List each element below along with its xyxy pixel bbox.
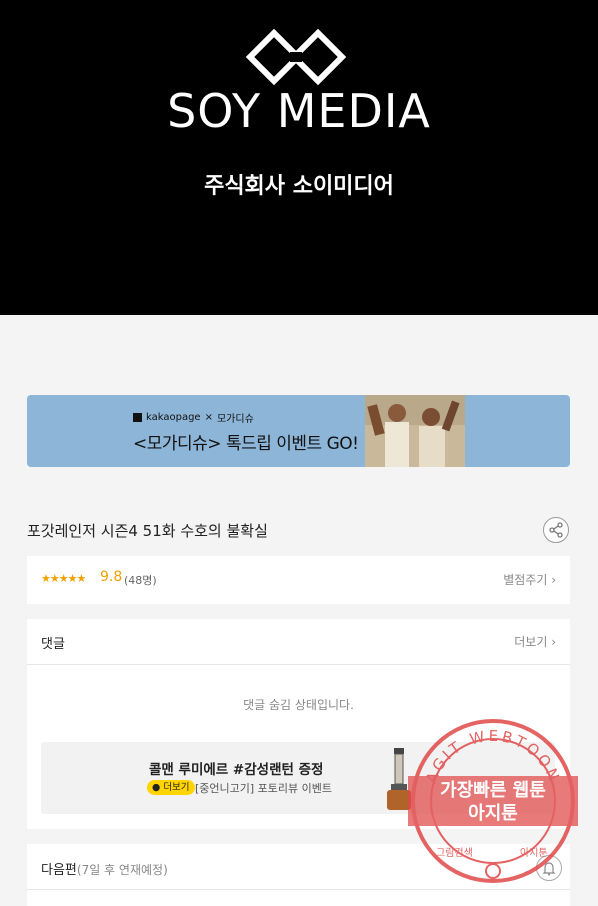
comments-hidden-message: 댓글 숨김 상태입니다.: [243, 698, 354, 712]
kakaopage-icon: [133, 413, 142, 422]
rating-score: 9.8: [100, 569, 123, 585]
brand-kakaopage: kakaopage: [146, 412, 201, 423]
divider: [27, 664, 570, 665]
stamp-bottom-right: 아지툰: [520, 847, 548, 859]
next-note: (7일 후 연재예정): [76, 863, 168, 877]
next-label: 다음편: [41, 863, 77, 878]
event-banner[interactable]: kakaopage × 모가디슈 <모가디슈> 톡드립 이벤트 GO!: [27, 395, 570, 467]
share-button[interactable]: [543, 517, 569, 543]
rating-count: (48명): [124, 574, 157, 587]
logo-wordmark: SOY MEDIA: [167, 84, 431, 138]
publisher-hero: SOY MEDIA 주식회사 소이미디어: [0, 0, 598, 315]
stamp-bottom-left: 그림검색: [436, 847, 473, 859]
movie-actors-image: [365, 395, 465, 467]
share-icon: [549, 522, 563, 538]
rating-stars: ★★★★★: [41, 572, 86, 585]
stamp-line2: 아지툰: [468, 803, 518, 824]
banner-brand: kakaopage × 모가디슈: [133, 410, 254, 425]
banner-headline: <모가디슈> 톡드립 이벤트 GO!: [133, 434, 359, 454]
stamp-line1: 가장빠른 웹툰: [440, 780, 546, 801]
soy-media-logo-icon: [246, 28, 346, 86]
brand-x: ×: [204, 412, 213, 423]
rating-card: ★★★★★ 9.8 (48명) 별점주기 ›: [27, 556, 570, 604]
episode-title: 포갓레인저 시즌4 51화 수호의 불확실: [27, 522, 268, 540]
promo-title: 콜맨 루미에르 #감성랜턴 증정: [149, 762, 324, 778]
next-episode-label: 다음편(7일 후 연재예정): [41, 859, 168, 878]
promo-more-pill[interactable]: ● 더보기: [147, 780, 195, 795]
brand-partner: 모가디슈: [216, 414, 254, 425]
promo-more-label: 더보기: [163, 782, 190, 793]
google-icon: [485, 863, 501, 879]
rate-button[interactable]: 별점주기 ›: [503, 571, 556, 588]
company-name: 주식회사 소이미디어: [204, 174, 394, 199]
comments-header: 댓글: [41, 637, 65, 652]
promo-subtitle: [중언니고기] 포토리뷰 이벤트: [195, 782, 333, 795]
comments-more-link[interactable]: 더보기 ›: [514, 633, 556, 650]
divider: [27, 889, 570, 890]
watermark-stamp: AGIT WEBTOON 가장빠른 웹툰 아지툰 그림검색 아지툰: [408, 719, 578, 883]
